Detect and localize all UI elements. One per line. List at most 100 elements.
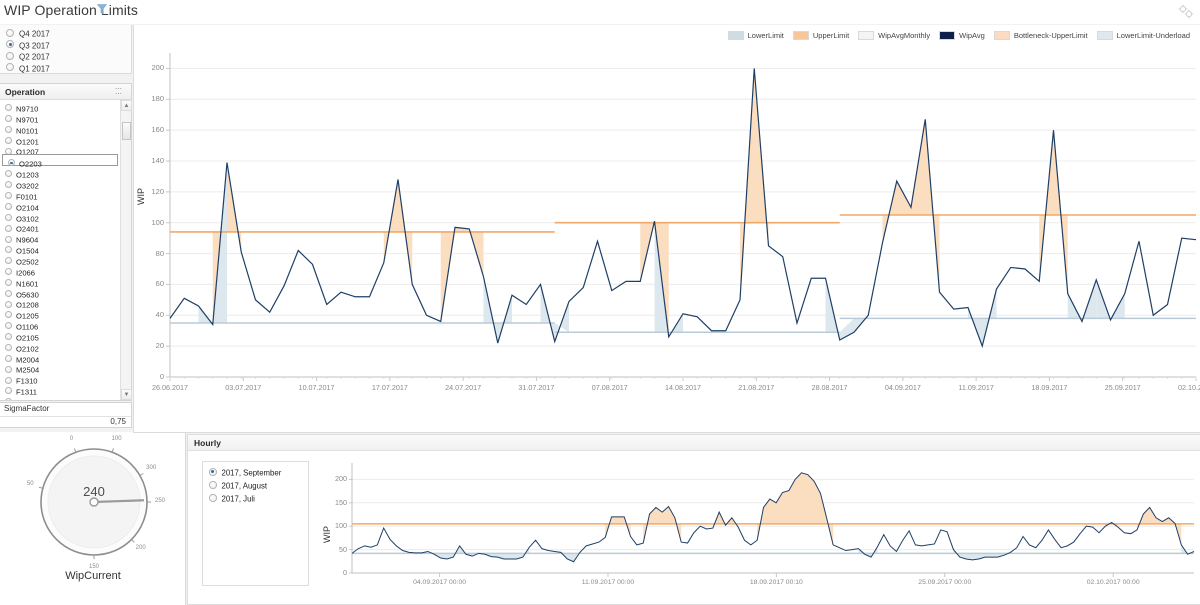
quarter-radio-q1-2017[interactable]: Q1 2017	[0, 60, 131, 72]
operation-list-item[interactable]: N9604	[0, 231, 120, 242]
legend-item[interactable]: LowerLimit-Underload	[1097, 31, 1190, 40]
radio-icon[interactable]	[209, 481, 217, 489]
scrollbar-thumb[interactable]	[122, 122, 131, 140]
hourly-panel-title: Hourly	[194, 438, 221, 448]
operation-list-item[interactable]: O2502	[0, 253, 120, 264]
operation-list-item[interactable]: N9701	[0, 111, 120, 122]
main-x-tick-label: 11.09.2017	[958, 383, 993, 392]
operation-list-item[interactable]: O2203	[2, 154, 118, 166]
operation-list-item[interactable]: F1310	[0, 372, 120, 383]
quarter-radio-q3-2017[interactable]: Q3 2017	[0, 37, 131, 49]
hourly-x-tick-label: 04.09.2017 00:00	[413, 579, 466, 586]
operation-list-item[interactable]: O1208	[0, 296, 120, 307]
month-radio-item[interactable]: 2017, Juli	[203, 490, 308, 501]
sigma-factor-label: SigmaFactor	[4, 404, 49, 413]
operation-list-item[interactable]: O1504	[0, 242, 120, 253]
radio-icon[interactable]	[209, 494, 217, 502]
operation-list-item[interactable]: O2401	[0, 220, 120, 231]
hourly-plot-area: WIP 05010015020004.09.2017 00:0011.09.20…	[318, 457, 1198, 605]
operation-panel-title: Operation	[5, 87, 45, 97]
operation-list-scrollbar[interactable]: ▲ ▼	[120, 100, 131, 400]
legend-swatch	[1097, 31, 1113, 40]
radio-icon[interactable]	[5, 398, 12, 400]
hourly-panel: Hourly 2017, September2017, August2017, …	[187, 434, 1200, 605]
main-x-tick-label: 04.09.2017	[885, 383, 921, 392]
sigma-factor-panel[interactable]: SigmaFactor 0,75	[0, 402, 132, 428]
main-x-tick-label: 14.08.2017	[665, 383, 701, 392]
expand-icon[interactable]: ⋯⋯	[115, 87, 127, 97]
hourly-y-tick-label: 50	[321, 546, 347, 553]
hourly-y-tick-label: 100	[321, 522, 347, 529]
operation-list-item[interactable]: N0101	[0, 122, 120, 133]
caret-up-icon[interactable]: ▲	[121, 100, 132, 111]
operation-list[interactable]: N9710N9701N0101O1201O1207O2203O1203O3202…	[0, 100, 120, 400]
operation-list-item[interactable]: I2066	[0, 264, 120, 275]
legend-label: LowerLimit-Underload	[1117, 31, 1190, 40]
operation-list-item[interactable]: O1207	[0, 143, 120, 154]
dashboard-root: WIP Operation Limits	[0, 0, 1200, 605]
main-x-tick-label: 07.08.2017	[592, 383, 628, 392]
legend-item[interactable]: UpperLimit	[793, 31, 849, 40]
operation-list-item[interactable]: N1601	[0, 275, 120, 286]
operation-list-item[interactable]: N9710	[0, 100, 120, 111]
hourly-x-tick-label: 25.09.2017 00:00	[918, 579, 971, 586]
operation-list-item[interactable]: F1510	[0, 394, 120, 400]
gauge-tick-label: 100	[110, 436, 124, 442]
operation-list-item[interactable]: O5630	[0, 286, 120, 297]
operation-list-item[interactable]: O2102	[0, 340, 120, 351]
month-radio-label: 2017, August	[222, 481, 268, 490]
operation-list-item[interactable]: O2104	[0, 199, 120, 210]
main-x-tick-label: 18.09.2017	[1031, 383, 1067, 392]
quarter-radio-q4-2017[interactable]: Q4 2017	[0, 25, 131, 37]
legend-swatch	[793, 31, 809, 40]
main-chart-panel: LowerLimit UpperLimit WipAvgMonthly WipAvg B…	[133, 25, 1200, 433]
main-y-tick-label: 20	[138, 342, 164, 350]
main-y-tick-label: 80	[138, 250, 164, 258]
operation-list-item[interactable]: O1106	[0, 318, 120, 329]
sigma-factor-value: 0,75	[110, 417, 126, 426]
operation-panel: Operation ⋯⋯ N9710N9701N0101O1201O1207O2…	[0, 83, 132, 401]
legend-label: Bottleneck-UpperLimit	[1014, 31, 1088, 40]
month-radio-item[interactable]: 2017, August	[203, 477, 308, 488]
gauge-value: 240	[20, 484, 168, 499]
legend-swatch	[728, 31, 744, 40]
legend-label: UpperLimit	[813, 31, 849, 40]
legend-item[interactable]: LowerLimit	[728, 31, 784, 40]
legend-item[interactable]: WipAvgMonthly	[858, 31, 930, 40]
wip-current-gauge: 240 050100150200250300	[20, 440, 168, 570]
page-title: WIP Operation Limits	[4, 2, 138, 18]
operation-list-item[interactable]: M2504	[0, 361, 120, 372]
main-y-tick-label: 140	[138, 157, 164, 165]
legend-item[interactable]: WipAvg	[939, 31, 985, 40]
hourly-x-tick-label: 02.10.2017 00:00	[1087, 579, 1140, 586]
legend-label: LowerLimit	[748, 31, 784, 40]
legend-label: WipAvg	[959, 31, 985, 40]
main-y-tick-label: 0	[138, 373, 164, 381]
operation-list-item-label: F1510	[16, 398, 38, 400]
caret-down-icon[interactable]: ▼	[121, 389, 132, 400]
radio-icon[interactable]	[209, 468, 217, 476]
settings-icon[interactable]	[1178, 4, 1194, 19]
quarter-radio-q2-2017[interactable]: Q2 2017	[0, 48, 131, 60]
operation-list-item[interactable]: O1201	[0, 133, 120, 144]
main-y-tick-label: 120	[138, 188, 164, 196]
operation-list-item[interactable]: O1205	[0, 307, 120, 318]
radio-icon[interactable]	[6, 63, 14, 71]
main-x-tick-label: 21.08.2017	[738, 383, 774, 392]
main-y-tick-label: 160	[138, 126, 164, 134]
operation-list-item[interactable]: O3202	[0, 177, 120, 188]
gauge-tick-label: 250	[153, 498, 167, 504]
operation-list-item[interactable]: F0101	[0, 188, 120, 199]
legend-item[interactable]: Bottleneck-UpperLimit	[994, 31, 1088, 40]
operation-list-item[interactable]: F1311	[0, 383, 120, 394]
operation-list-item[interactable]: O3102	[0, 210, 120, 221]
funnel-icon[interactable]	[97, 4, 107, 15]
operation-list-item[interactable]: O2105	[0, 329, 120, 340]
gauge-panel: 240 050100150200250300 WipCurrent	[0, 432, 186, 605]
legend-swatch	[939, 31, 955, 40]
operation-list-item[interactable]: O1203	[0, 166, 120, 177]
month-filter[interactable]: 2017, September 2017, August 2017, Juli	[202, 461, 309, 586]
month-radio-item[interactable]: 2017, September	[203, 464, 308, 475]
operation-list-item[interactable]: M2004	[0, 351, 120, 362]
month-radio-label: 2017, Juli	[222, 494, 255, 503]
